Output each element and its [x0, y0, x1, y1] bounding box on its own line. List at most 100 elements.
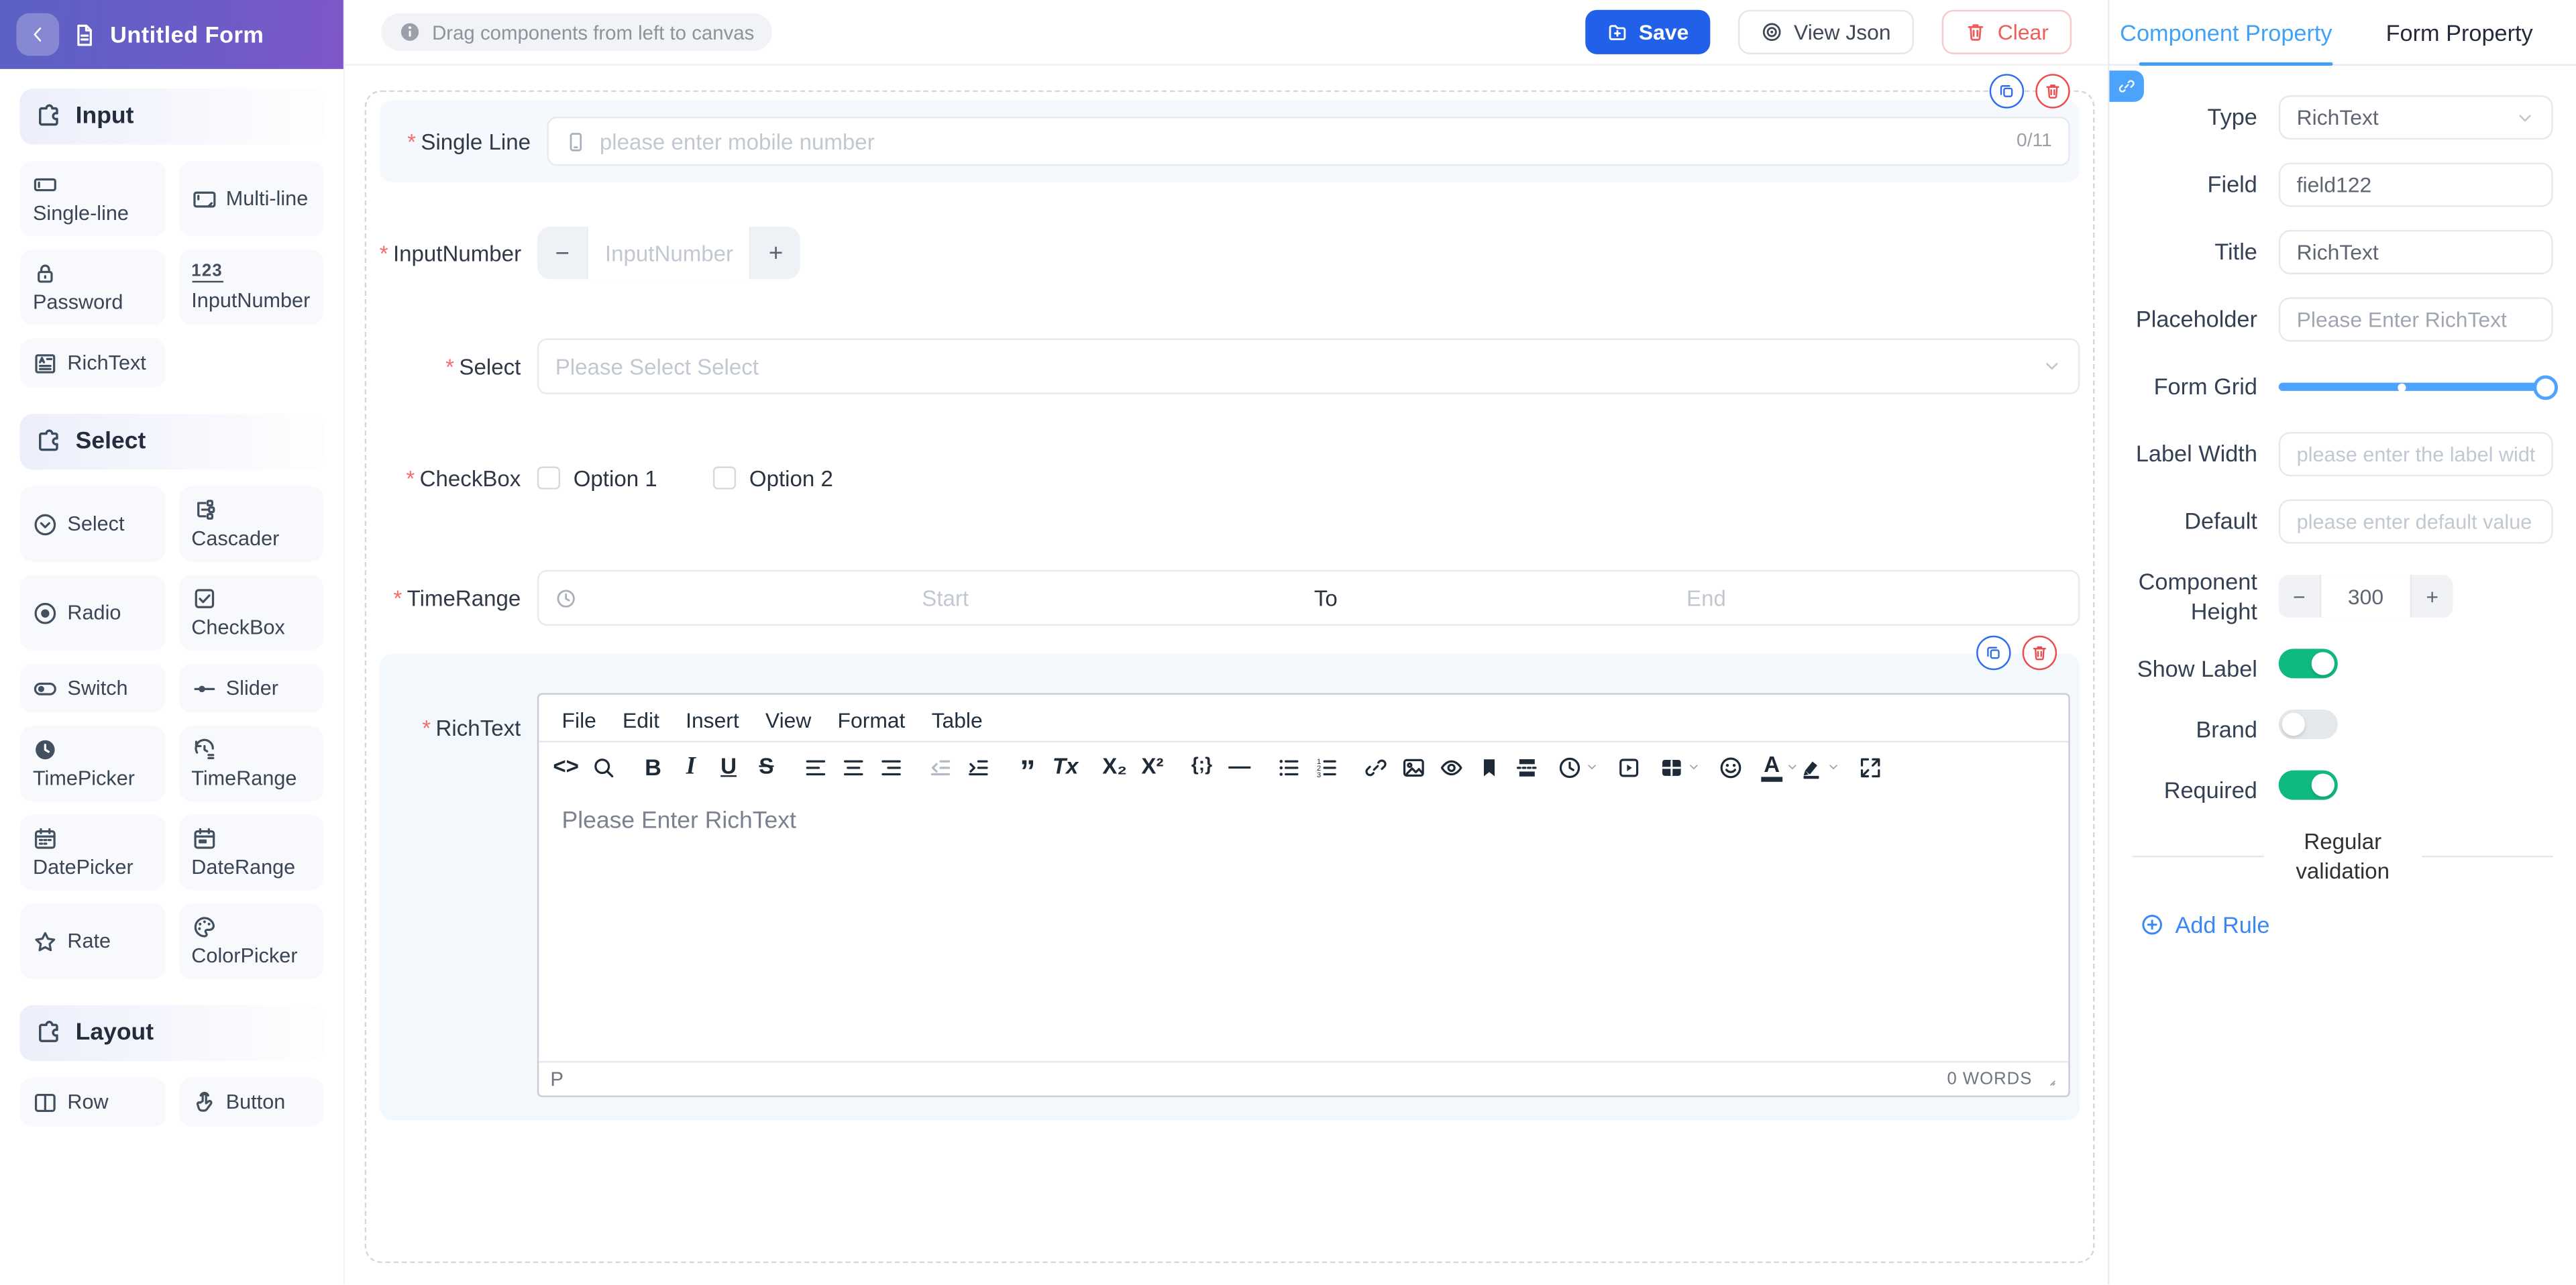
clear-button[interactable]: Clear: [1942, 10, 2072, 54]
time-range-input[interactable]: Start To End: [537, 570, 2080, 626]
menu-insert[interactable]: Insert: [673, 704, 753, 735]
field-name-input[interactable]: field122: [2279, 162, 2553, 207]
back-button[interactable]: [16, 13, 59, 56]
checkbox-box-icon[interactable]: [537, 467, 560, 490]
underline-icon[interactable]: U: [710, 747, 747, 787]
outdent-icon[interactable]: [922, 747, 959, 787]
checkbox-option-1[interactable]: Option 1: [537, 465, 657, 490]
label-width-input[interactable]: please enter the label width: [2279, 432, 2553, 476]
single-line-input[interactable]: please enter mobile number 0/11: [547, 117, 2070, 166]
sidebar-item-rate[interactable]: Rate: [19, 903, 165, 979]
search-icon[interactable]: [585, 747, 623, 787]
decrement-button[interactable]: −: [2279, 575, 2320, 618]
menu-view[interactable]: View: [752, 704, 824, 735]
sidebar-section-layout[interactable]: Layout: [19, 1005, 323, 1061]
sidebar-item-multi-line[interactable]: Multi-line: [178, 161, 324, 237]
canvas-row-select[interactable]: *Select Please Select Select: [380, 338, 2080, 394]
add-rule-button[interactable]: Add Rule: [2109, 893, 2576, 939]
default-value-input[interactable]: please enter default value: [2279, 499, 2553, 543]
resize-grip-icon[interactable]: [2042, 1072, 2057, 1086]
subscript-icon[interactable]: X₂: [1095, 747, 1133, 787]
increment-button[interactable]: +: [2412, 575, 2453, 618]
select-input[interactable]: Please Select Select: [537, 338, 2080, 394]
preview-icon[interactable]: [1433, 747, 1470, 787]
page-break-icon[interactable]: [1508, 747, 1546, 787]
insert-image-icon[interactable]: [1395, 747, 1432, 787]
canvas-row-time-range[interactable]: *TimeRange Start To End: [380, 570, 2080, 626]
anchor-icon[interactable]: [1470, 747, 1508, 787]
link-handle-button[interactable]: [2109, 70, 2143, 102]
sidebar-item-password[interactable]: Password: [19, 249, 165, 325]
italic-icon[interactable]: I: [672, 747, 710, 787]
view-json-button[interactable]: View Json: [1738, 10, 1914, 54]
strikethrough-icon[interactable]: S: [747, 747, 785, 787]
sidebar-item-radio[interactable]: Radio: [19, 575, 165, 651]
sidebar-item-timerange[interactable]: TimeRange: [178, 726, 324, 801]
required-toggle[interactable]: [2279, 771, 2338, 800]
sidebar-item-cascader[interactable]: Cascader: [178, 486, 324, 562]
indent-icon[interactable]: [959, 747, 997, 787]
fullscreen-icon[interactable]: [1851, 747, 1889, 787]
menu-edit[interactable]: Edit: [609, 704, 672, 735]
sidebar-item-switch[interactable]: Switch: [19, 663, 165, 712]
tab-component-property[interactable]: Component Property: [2109, 0, 2343, 64]
sidebar-section-select[interactable]: Select: [19, 414, 323, 469]
canvas-row-single-line[interactable]: *Single Line please enter mobile number …: [380, 100, 2080, 182]
bullet-list-icon[interactable]: [1270, 747, 1307, 787]
editor-content[interactable]: Please Enter RichText: [539, 791, 2068, 1061]
copy-row-button[interactable]: [1990, 74, 2024, 108]
clear-format-icon[interactable]: Tx: [1046, 747, 1084, 787]
sidebar-item-colorpicker[interactable]: ColorPicker: [178, 903, 324, 979]
sidebar-item-select[interactable]: Select: [19, 486, 165, 562]
brand-toggle[interactable]: [2279, 710, 2338, 740]
canvas-row-input-number[interactable]: *InputNumber − InputNumber +: [380, 227, 2080, 279]
show-label-toggle[interactable]: [2279, 649, 2338, 679]
copy-row-button[interactable]: [1976, 636, 2010, 670]
time-start-placeholder[interactable]: Start: [590, 585, 1301, 610]
emoticons-icon[interactable]: [1712, 747, 1750, 787]
source-code-icon[interactable]: <>: [547, 747, 585, 787]
text-color-icon[interactable]: A: [1761, 747, 1799, 787]
component-height-input[interactable]: 300: [2320, 575, 2412, 618]
menu-table[interactable]: Table: [918, 704, 996, 735]
media-icon[interactable]: [1610, 747, 1648, 787]
bold-icon[interactable]: B: [634, 747, 672, 787]
table-icon[interactable]: [1659, 747, 1700, 787]
placeholder-input[interactable]: Please Enter RichText: [2279, 297, 2553, 341]
title-input[interactable]: RichText: [2279, 230, 2553, 274]
sidebar-item-daterange[interactable]: DateRange: [178, 815, 324, 891]
blockquote-icon[interactable]: ”: [1009, 747, 1046, 787]
canvas-row-rich-text[interactable]: *RichText FileEditInsertViewFormatTable …: [380, 654, 2080, 1121]
sidebar-item-checkbox[interactable]: CheckBox: [178, 575, 324, 651]
canvas-row-checkbox[interactable]: *CheckBox Option 1 Option 2: [380, 450, 2080, 506]
sidebar-item-single-line[interactable]: Single-line: [19, 161, 165, 237]
tab-form-property[interactable]: Form Property: [2343, 0, 2576, 64]
sidebar-item-richtext[interactable]: RichText: [19, 338, 165, 387]
slider-track[interactable]: [2279, 383, 2546, 391]
code-sample-icon[interactable]: {;}: [1183, 747, 1220, 787]
sidebar-item-button[interactable]: Button: [178, 1078, 324, 1127]
sidebar-section-input[interactable]: Input: [19, 89, 323, 144]
sidebar-item-slider[interactable]: Slider: [178, 663, 324, 712]
number-input[interactable]: InputNumber: [587, 227, 751, 279]
align-left-icon[interactable]: [797, 747, 835, 787]
form-grid-slider[interactable]: [2279, 365, 2553, 409]
menu-file[interactable]: File: [549, 704, 609, 735]
sidebar-item-datepicker[interactable]: DatePicker: [19, 815, 165, 891]
sidebar-item-row[interactable]: Row: [19, 1078, 165, 1127]
align-center-icon[interactable]: [835, 747, 872, 787]
insert-link-icon[interactable]: [1357, 747, 1395, 787]
checkbox-option-2[interactable]: Option 2: [713, 465, 833, 490]
checkbox-box-icon[interactable]: [713, 467, 736, 490]
align-right-icon[interactable]: [872, 747, 910, 787]
form-canvas[interactable]: *Single Line please enter mobile number …: [365, 91, 2095, 1264]
sidebar-item-inputnumber[interactable]: 123InputNumber: [178, 249, 324, 325]
datetime-icon[interactable]: [1558, 747, 1599, 787]
menu-format[interactable]: Format: [824, 704, 918, 735]
horizontal-rule-icon[interactable]: —: [1221, 747, 1258, 787]
superscript-icon[interactable]: X²: [1134, 747, 1171, 787]
increment-button[interactable]: +: [751, 227, 800, 279]
save-button[interactable]: Save: [1585, 10, 1710, 54]
numbered-list-icon[interactable]: 123: [1307, 747, 1345, 787]
decrement-button[interactable]: −: [538, 227, 587, 279]
